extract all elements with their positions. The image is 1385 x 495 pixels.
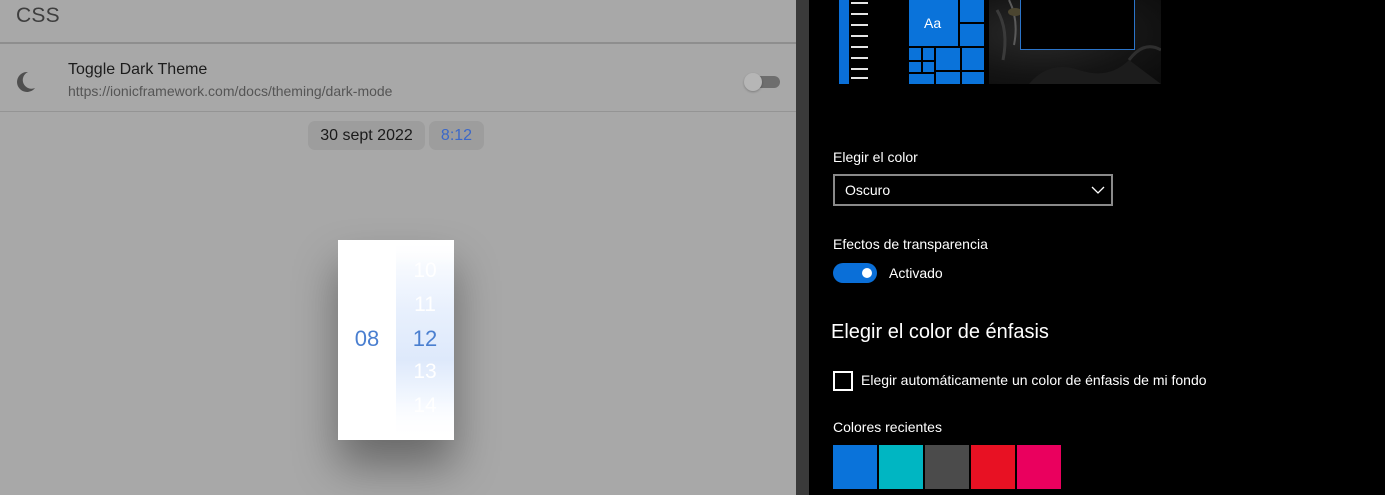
tile-gap — [960, 48, 962, 84]
tile-gap — [921, 48, 923, 73]
transparency-state: Activado — [889, 265, 943, 281]
tile-gap — [936, 70, 984, 72]
toggle-knob — [862, 268, 872, 278]
dark-theme-title: Toggle Dark Theme — [68, 61, 208, 78]
preview-line — [851, 35, 868, 37]
dark-theme-url: https://ionicframework.com/docs/theming/… — [68, 83, 393, 99]
app-title: CSS — [16, 4, 60, 27]
time-button[interactable]: 8:12 — [429, 121, 484, 150]
preview-line — [851, 77, 868, 79]
date-button[interactable]: 30 sept 2022 — [308, 121, 425, 150]
tile-gap — [909, 72, 934, 74]
dark-theme-toggle[interactable] — [744, 73, 780, 91]
preview-line — [851, 13, 868, 15]
preview-line — [851, 68, 868, 70]
recent-colors-label: Colores recientes — [833, 419, 942, 435]
preview-window — [1020, 0, 1135, 50]
window-divider — [796, 0, 809, 495]
minute-wheel[interactable]: 10 11 12 13 14 — [396, 240, 454, 440]
recent-color-swatch[interactable] — [1017, 445, 1061, 489]
minute-option[interactable]: 14 — [396, 394, 454, 418]
personalization-settings: Aa Elegir el color Oscuro Efectos de tra… — [809, 0, 1385, 495]
preview-start-tiles — [909, 0, 984, 84]
hour-wheel[interactable]: 08 — [338, 240, 396, 440]
time-picker-popover: 08 10 11 12 13 14 — [338, 240, 454, 440]
tile-gap — [958, 22, 984, 24]
auto-accent-label: Elegir automáticamente un color de énfas… — [861, 372, 1207, 388]
choose-color-label: Elegir el color — [833, 149, 918, 165]
moon-icon — [17, 71, 35, 92]
recent-color-swatch[interactable] — [833, 445, 877, 489]
preview-line — [851, 57, 868, 59]
tile-gap — [958, 0, 960, 48]
preview-line — [851, 2, 868, 4]
transparency-toggle[interactable] — [833, 263, 877, 283]
transparency-label: Efectos de transparencia — [833, 236, 988, 252]
minute-option[interactable]: 13 — [396, 360, 454, 384]
minute-option[interactable]: 11 — [396, 293, 454, 317]
preview-tile-text: Aa — [924, 15, 942, 31]
chevron-down-icon — [1091, 186, 1105, 194]
tile-gap — [934, 48, 936, 84]
dark-theme-item[interactable]: Toggle Dark Theme https://ionicframework… — [0, 46, 796, 112]
recent-color-swatch[interactable] — [879, 445, 923, 489]
minute-option[interactable]: 10 — [396, 259, 454, 283]
preview-line — [851, 24, 868, 26]
preview-line — [851, 46, 868, 48]
toggle-knob — [744, 73, 762, 91]
accent-color-heading: Elegir el color de énfasis — [831, 321, 1049, 343]
auto-accent-checkbox[interactable] — [833, 371, 853, 391]
recent-color-swatch[interactable] — [971, 445, 1015, 489]
color-mode-dropdown[interactable]: Oscuro — [833, 174, 1113, 206]
preview-taskbar — [839, 0, 849, 84]
hour-selected[interactable]: 08 — [338, 326, 396, 352]
color-mode-value: Oscuro — [845, 182, 891, 198]
minute-selected[interactable]: 12 — [396, 326, 454, 352]
app-header: CSS — [0, 0, 796, 44]
recent-color-swatch[interactable] — [925, 445, 969, 489]
ionic-app-panel: CSS Toggle Dark Theme https://ionicframe… — [0, 0, 796, 495]
